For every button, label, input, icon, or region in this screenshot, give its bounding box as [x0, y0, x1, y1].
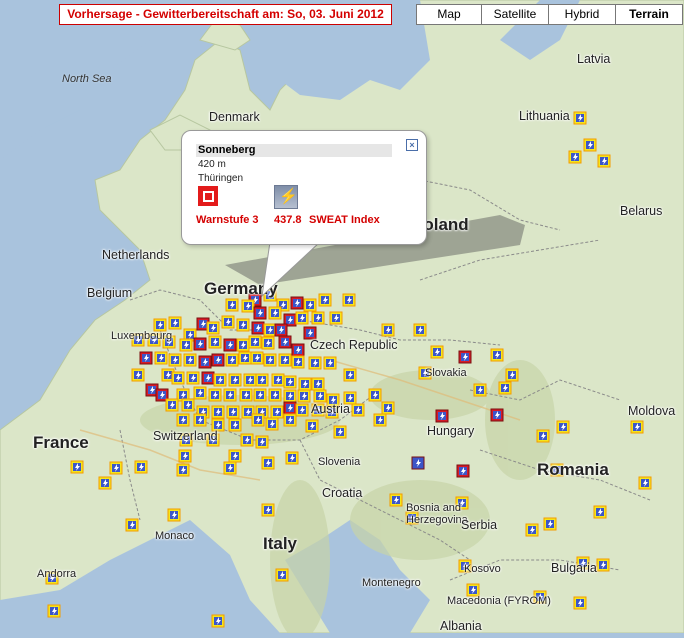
label-macedonia: Macedonia (FYROM) — [447, 595, 551, 607]
forecast-title: Vorhersage - Gewitterbereitschaft am: So… — [59, 4, 392, 25]
warning-level-icon — [198, 186, 218, 206]
label-slovenia: Slovenia — [318, 456, 361, 468]
lightning-icon — [274, 185, 298, 209]
label-bulgaria: Bulgaria — [551, 561, 597, 575]
label-france: France — [33, 433, 89, 452]
station-region: Thüringen — [198, 173, 244, 184]
label-slovakia: Slovakia — [425, 367, 467, 379]
label-italy: Italy — [263, 534, 298, 553]
label-bosnia: Bosnia and Herzegovina — [406, 502, 468, 526]
map-terrain — [0, 0, 684, 638]
label-north-sea: North Sea — [62, 73, 112, 85]
label-luxembourg: Luxembourg — [111, 330, 173, 342]
sweat-label: SWEAT Index — [309, 214, 380, 226]
label-moldova: Moldova — [628, 404, 676, 418]
label-denmark: Denmark — [209, 110, 260, 124]
label-romania: Romania — [537, 460, 609, 479]
label-belgium: Belgium — [87, 286, 133, 300]
map-canvas[interactable] — [0, 0, 684, 638]
label-netherlands: Netherlands — [102, 248, 170, 262]
station-elevation: 420 m — [198, 159, 226, 170]
label-germany: Germany — [204, 279, 278, 298]
maptype-satellite-button[interactable]: Satellite — [481, 4, 549, 25]
label-croatia: Croatia — [322, 486, 363, 500]
station-name: Sonneberg — [196, 144, 392, 157]
label-andorra: Andorra — [37, 568, 77, 580]
label-belarus: Belarus — [620, 204, 663, 218]
label-montenegro: Montenegro — [362, 577, 421, 589]
label-serbia: Serbia — [461, 518, 498, 532]
label-switzerland: Switzerland — [153, 429, 218, 443]
label-lithuania: Lithuania — [519, 109, 570, 123]
label-albania: Albania — [440, 619, 482, 633]
label-kosovo: Kosovo — [464, 563, 501, 575]
close-icon[interactable]: × — [406, 139, 418, 151]
station-info-popup: × Sonneberg 420 m Thüringen Warnstufe 3 … — [181, 130, 427, 245]
sweat-value: 437.8 — [274, 214, 302, 226]
maptype-map-button[interactable]: Map — [416, 4, 482, 25]
maptype-hybrid-button[interactable]: Hybrid — [548, 4, 616, 25]
warnstufe-label: Warnstufe 3 — [196, 214, 259, 226]
label-monaco: Monaco — [155, 530, 195, 542]
label-czech: Czech Republic — [310, 338, 398, 352]
label-hungary: Hungary — [427, 424, 475, 438]
maptype-terrain-button[interactable]: Terrain — [615, 4, 683, 25]
label-latvia: Latvia — [577, 52, 611, 66]
label-austria: Austria — [311, 402, 350, 416]
